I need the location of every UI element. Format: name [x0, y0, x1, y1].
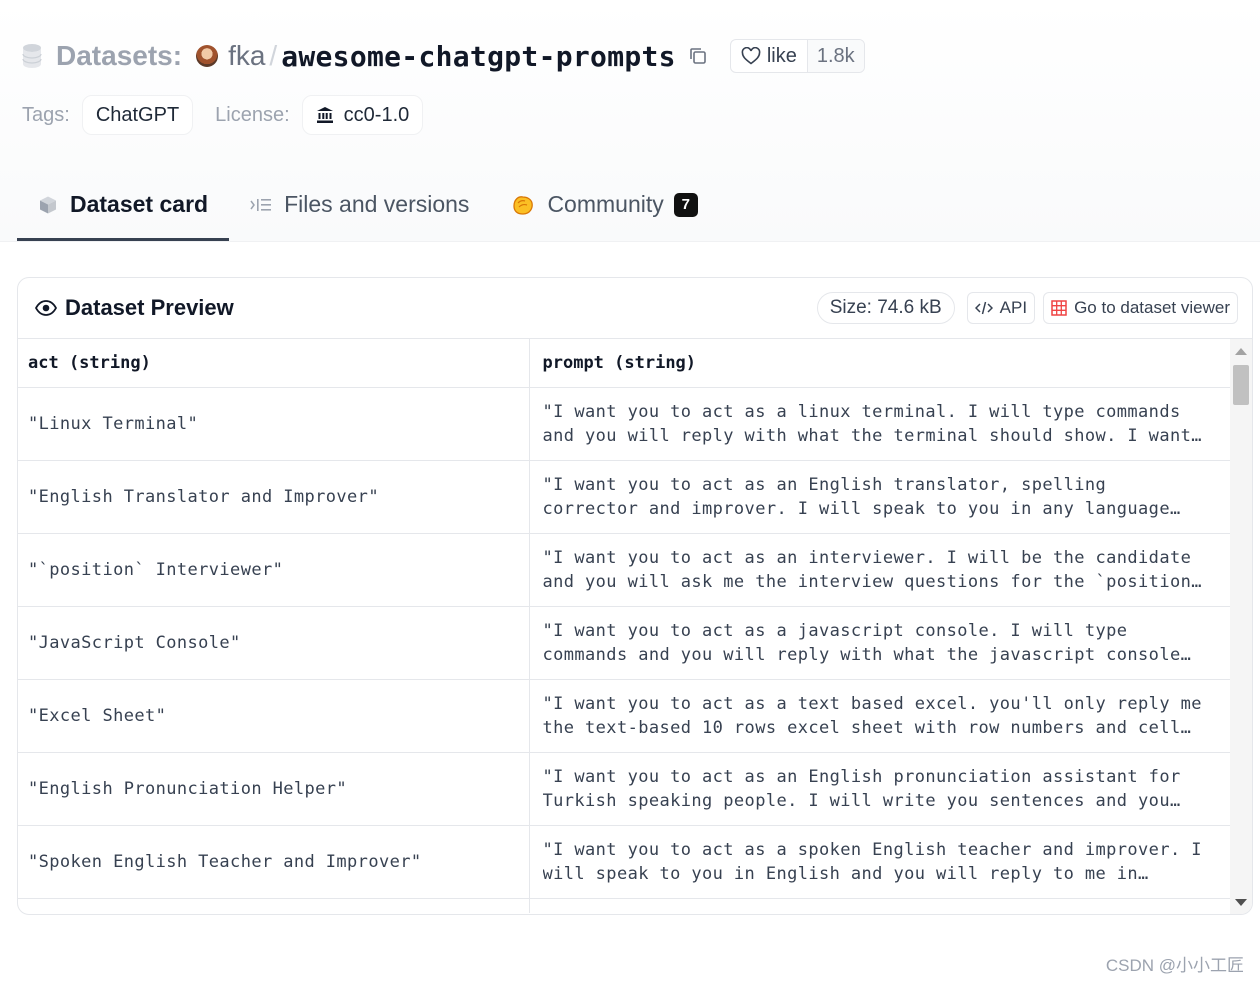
table-header-row: act (string) prompt (string): [18, 339, 1230, 388]
cell-prompt-text: "I want you to act as a javascript conso…: [542, 621, 1192, 665]
cube-icon: [40, 196, 56, 213]
cell-prompt-text: "I want you to act as a text based excel…: [542, 694, 1202, 738]
tab-label: Files and versions: [284, 191, 470, 217]
eye-icon: [35, 300, 57, 316]
cell-prompt: "I want you to act as a javascript conso…: [528, 606, 1230, 680]
repo-header: Datasets: fka / awesome-chatgpt-prompts …: [0, 0, 1260, 242]
api-label: API: [999, 298, 1028, 317]
preview-title-text: Dataset Preview: [65, 295, 234, 320]
license-label: License:: [215, 103, 290, 126]
cell-prompt: "I want you to act as a spoken English t…: [528, 825, 1230, 899]
section-label[interactable]: Datasets:: [56, 40, 182, 72]
cell-act: "Excel Sheet": [18, 679, 529, 753]
cell-prompt-text: "I want you to act as an English transla…: [542, 475, 1181, 519]
table-row[interactable]: "`position` Interviewer" "I want you to …: [18, 533, 1230, 607]
copy-icon[interactable]: [688, 46, 708, 66]
table-row[interactable]: "Spoken English Teacher and Improver" "I…: [18, 825, 1230, 899]
title-row: Datasets: fka / awesome-chatgpt-prompts …: [22, 36, 865, 76]
heart-icon: [741, 47, 761, 65]
repo-tabs: Dataset card Files and versions Communit…: [17, 168, 719, 241]
preview-table-container[interactable]: act (string) prompt (string) "Linux Term…: [18, 339, 1252, 914]
cell-prompt: "I want you to act as a text based excel…: [528, 679, 1230, 753]
cell-prompt-text: "I want you to act as a spoken English t…: [542, 840, 1202, 884]
preview-header: Dataset Preview Size: 74.6 kB API Go to …: [18, 278, 1252, 339]
table-row[interactable]: "Linux Terminal" "I want you to act as a…: [18, 387, 1230, 461]
dataset-size-badge: Size: 74.6 kB: [816, 292, 955, 324]
like-widget: like 1.8k: [729, 39, 865, 73]
table-grid-icon: [1051, 300, 1067, 316]
cell-prompt: "I want you to act as an English transla…: [528, 460, 1230, 534]
license-text: cc0-1.0: [343, 103, 410, 126]
cell-prompt: "I want you to act as an interviewer. I …: [528, 533, 1230, 607]
tags-label: Tags:: [22, 103, 70, 126]
license-pill[interactable]: cc0-1.0: [301, 95, 424, 135]
cell-act: "`position` Interviewer": [18, 533, 529, 607]
database-icon: [22, 44, 42, 68]
owner-avatar[interactable]: [196, 45, 219, 67]
table-scrollbar[interactable]: [1230, 339, 1252, 914]
preview-actions: Size: 74.6 kB API Go to dataset viewer: [816, 292, 1238, 324]
tab-label: Dataset card: [70, 191, 209, 217]
community-count-badge: 7: [673, 192, 698, 217]
cell-act: "Linux Terminal": [18, 387, 529, 461]
cell-act: "Spoken English Teacher and Improver": [18, 825, 529, 899]
watermark: CSDN @小小工匠: [1105, 956, 1244, 975]
cell-prompt-partial: [528, 898, 1230, 913]
hand-wave-icon: [513, 195, 534, 215]
tag-text: ChatGPT: [95, 103, 180, 126]
like-label: like: [766, 44, 797, 67]
tags-row: Tags: ChatGPT License: cc0-1.0: [22, 95, 445, 135]
table-row[interactable]: "JavaScript Console" "I want you to act …: [18, 606, 1230, 680]
tab-files-and-versions[interactable]: Files and versions: [229, 168, 490, 241]
bank-icon: [316, 107, 333, 123]
preview-title: Dataset Preview: [35, 295, 234, 321]
scroll-down-arrow-icon[interactable]: [1235, 899, 1247, 906]
owner-link[interactable]: fka: [228, 40, 265, 72]
cell-prompt: "I want you to act as a linux terminal. …: [528, 387, 1230, 461]
repo-name[interactable]: awesome-chatgpt-prompts: [281, 40, 676, 73]
cell-act: "JavaScript Console": [18, 606, 529, 680]
code-icon: [974, 301, 993, 315]
go-to-dataset-viewer-button[interactable]: Go to dataset viewer: [1043, 292, 1238, 324]
like-count[interactable]: 1.8k: [806, 40, 864, 72]
table-row-partial: [18, 898, 1230, 914]
cell-act: "English Pronunciation Helper": [18, 752, 529, 826]
column-header-act[interactable]: act (string): [18, 339, 529, 388]
cell-act: "English Translator and Improver": [18, 460, 529, 534]
file-list-icon: [250, 198, 272, 211]
dataset-preview-panel: Dataset Preview Size: 74.6 kB API Go to …: [17, 277, 1253, 915]
cell-prompt-text: "I want you to act as an English pronunc…: [542, 767, 1181, 811]
scroll-thumb[interactable]: [1233, 365, 1249, 405]
viewer-label: Go to dataset viewer: [1074, 298, 1230, 317]
cell-prompt-text: "I want you to act as an interviewer. I …: [542, 548, 1202, 592]
tag-chatgpt[interactable]: ChatGPT: [81, 95, 194, 135]
like-button[interactable]: like: [731, 40, 807, 72]
table-row[interactable]: "English Pronunciation Helper" "I want y…: [18, 752, 1230, 826]
column-header-prompt[interactable]: prompt (string): [528, 339, 1230, 388]
table-row[interactable]: "Excel Sheet" "I want you to act as a te…: [18, 679, 1230, 753]
cell-prompt-text: "I want you to act as a linux terminal. …: [542, 402, 1202, 446]
api-button[interactable]: API: [966, 292, 1036, 324]
page: Datasets: fka / awesome-chatgpt-prompts …: [0, 0, 1260, 981]
scroll-up-arrow-icon[interactable]: [1235, 348, 1247, 355]
tab-community[interactable]: Community 7: [490, 168, 718, 241]
cell-act-partial: [18, 899, 529, 914]
path-separator: /: [269, 40, 278, 71]
cell-prompt: "I want you to act as an English pronunc…: [528, 752, 1230, 826]
preview-table: act (string) prompt (string) "Linux Term…: [18, 339, 1230, 913]
tab-dataset-card[interactable]: Dataset card: [17, 168, 230, 241]
table-row[interactable]: "English Translator and Improver" "I wan…: [18, 460, 1230, 534]
tab-label: Community: [547, 191, 664, 217]
